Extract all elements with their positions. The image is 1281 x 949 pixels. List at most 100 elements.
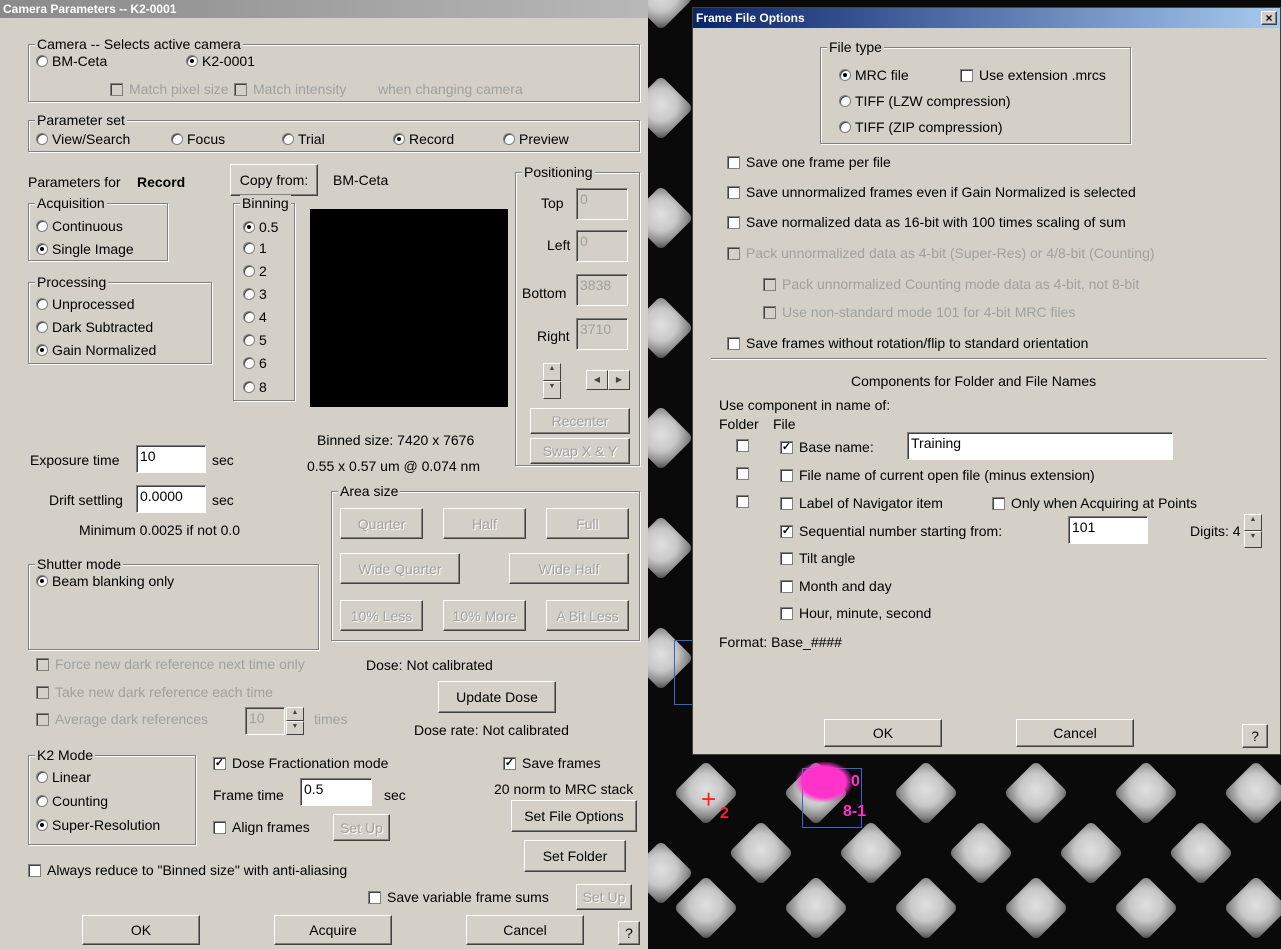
average-count-field[interactable]: 10 [245, 707, 285, 735]
align-frames-checkbox[interactable]: Align frames [213, 819, 310, 835]
radio-gain-normalized[interactable]: Gain Normalized [36, 342, 156, 358]
exposure-field[interactable]: 10 [136, 445, 206, 473]
recenter-button[interactable]: Recenter [530, 408, 630, 434]
dose-fractionation-checkbox[interactable]: ✓ Dose Fractionation mode [213, 755, 388, 771]
month-day-checkbox[interactable]: Month and day [780, 578, 892, 594]
pack-unnormalized-checkbox[interactable]: Pack unnormalized data as 4-bit (Super-R… [727, 245, 1155, 261]
help-button[interactable]: ? [618, 921, 640, 945]
save-one-frame-checkbox[interactable]: Save one frame per file [727, 154, 891, 170]
up-arrow-icon[interactable]: ▲ [286, 707, 304, 721]
quarter-button[interactable]: Quarter [340, 508, 423, 539]
radio-counting[interactable]: Counting [36, 793, 108, 809]
file-name-current-checkbox[interactable]: File name of current open file (minus ex… [780, 467, 1095, 483]
match-intensity-checkbox[interactable]: Match intensity [234, 81, 346, 97]
update-dose-button[interactable]: Update Dose [438, 681, 556, 713]
radio-trial[interactable]: Trial [282, 131, 325, 147]
radio-focus[interactable]: Focus [171, 131, 225, 147]
half-button[interactable]: Half [443, 508, 526, 539]
radio-single-image[interactable]: Single Image [36, 241, 134, 257]
base-name-checkbox[interactable]: ✓ Base name: [780, 439, 874, 455]
help-button[interactable]: ? [1242, 724, 1268, 748]
up-arrow-icon[interactable]: ▲ [543, 363, 561, 381]
radio-bin-6[interactable]: 6 [243, 355, 267, 371]
save-16bit-checkbox[interactable]: Save normalized data as 16-bit with 100 … [727, 214, 1126, 230]
sequential-number-checkbox[interactable]: ✓ Sequential number starting from: [780, 523, 1002, 539]
ten-percent-less-button[interactable]: 10% Less [340, 600, 423, 631]
align-set-up-button[interactable]: Set Up [333, 814, 390, 841]
ok-button[interactable]: OK [82, 915, 200, 945]
radio-bin-3[interactable]: 3 [243, 286, 267, 302]
area-preview[interactable] [310, 209, 508, 407]
pack-counting-checkbox[interactable]: Pack unnormalized Counting mode data as … [763, 276, 1139, 292]
only-when-acquiring-checkbox[interactable]: Only when Acquiring at Points [992, 495, 1197, 511]
save-variable-sums-checkbox[interactable]: Save variable frame sums [368, 889, 549, 905]
use-extension-mrcs-checkbox[interactable]: Use extension .mrcs [960, 67, 1106, 83]
navigator-label-checkbox[interactable]: Label of Navigator item [780, 495, 943, 511]
force-dark-checkbox[interactable]: Force new dark reference next time only [36, 656, 305, 672]
radio-super-resolution[interactable]: Super-Resolution [36, 817, 160, 833]
base-name-field[interactable]: Training [907, 432, 1173, 460]
sequential-start-field[interactable]: 101 [1068, 516, 1148, 544]
radio-bin-5[interactable]: 5 [243, 332, 267, 348]
average-spinner[interactable]: ▲ ▼ [286, 707, 304, 735]
take-dark-checkbox[interactable]: Take new dark reference each time [36, 684, 273, 700]
folder-navigator-label-checkbox[interactable] [736, 495, 755, 508]
radio-record[interactable]: Record [393, 131, 454, 147]
radio-preview[interactable]: Preview [503, 131, 569, 147]
cancel-button[interactable]: Cancel [1016, 719, 1134, 747]
radio-dark-subtracted[interactable]: Dark Subtracted [36, 319, 153, 335]
radio-linear[interactable]: Linear [36, 769, 91, 785]
ok-button[interactable]: OK [824, 719, 942, 747]
folder-file-name-checkbox[interactable] [736, 467, 755, 480]
radio-tiff-zip[interactable]: TIFF (ZIP compression) [839, 119, 1003, 135]
left-arrow-icon[interactable]: ◀ [586, 370, 608, 390]
frame-time-field[interactable]: 0.5 [300, 778, 372, 806]
a-bit-less-button[interactable]: A Bit Less [546, 600, 629, 631]
radio-bin-2[interactable]: 2 [243, 263, 267, 279]
left-field[interactable]: 0 [576, 230, 628, 262]
folder-base-name-checkbox[interactable] [736, 439, 755, 452]
up-arrow-icon[interactable]: ▲ [1244, 514, 1262, 531]
always-reduce-checkbox[interactable]: Always reduce to "Binned size" with anti… [28, 862, 347, 878]
vertical-spinner[interactable]: ▲ ▼ [543, 363, 561, 399]
save-unnormalized-checkbox[interactable]: Save unnormalized frames even if Gain No… [727, 184, 1136, 200]
ten-percent-more-button[interactable]: 10% More [443, 600, 526, 631]
radio-bin-8[interactable]: 8 [243, 379, 267, 395]
bottom-field[interactable]: 3838 [576, 274, 628, 306]
radio-k2[interactable]: K2-0001 [186, 53, 255, 69]
digits-spinner[interactable]: ▲ ▼ [1244, 514, 1262, 548]
radio-view-search[interactable]: View/Search [36, 131, 130, 147]
right-field[interactable]: 3710 [576, 318, 628, 350]
cancel-button[interactable]: Cancel [466, 915, 584, 945]
save-frames-checkbox[interactable]: ✓ Save frames [503, 755, 601, 771]
down-arrow-icon[interactable]: ▼ [543, 381, 561, 399]
swap-xy-button[interactable]: Swap X & Y [530, 438, 630, 464]
variable-set-up-button[interactable]: Set Up [576, 884, 632, 910]
right-arrow-icon[interactable]: ▶ [608, 370, 630, 390]
drift-field[interactable]: 0.0000 [136, 485, 206, 513]
save-without-rotation-checkbox[interactable]: Save frames without rotation/flip to sta… [727, 335, 1088, 351]
set-file-options-button[interactable]: Set File Options [511, 800, 637, 832]
radio-bm-ceta[interactable]: BM-Ceta [36, 53, 107, 69]
radio-bin-4[interactable]: 4 [243, 309, 267, 325]
match-pixel-size-checkbox[interactable]: Match pixel size [110, 81, 229, 97]
hour-minute-second-checkbox[interactable]: Hour, minute, second [780, 605, 931, 621]
radio-unprocessed[interactable]: Unprocessed [36, 296, 135, 312]
wide-quarter-button[interactable]: Wide Quarter [340, 553, 460, 584]
radio-bin-0-5[interactable]: 0.5 [243, 219, 278, 235]
radio-beam-blanking[interactable]: Beam blanking only [36, 573, 174, 589]
tilt-angle-checkbox[interactable]: Tilt angle [780, 550, 855, 566]
wide-half-button[interactable]: Wide Half [509, 553, 629, 584]
top-field[interactable]: 0 [576, 188, 628, 220]
average-dark-checkbox[interactable]: Average dark references [36, 711, 208, 727]
radio-mrc-file[interactable]: MRC file [839, 67, 909, 83]
close-icon[interactable]: × [1261, 11, 1277, 25]
down-arrow-icon[interactable]: ▼ [286, 721, 304, 735]
down-arrow-icon[interactable]: ▼ [1244, 531, 1262, 548]
acquire-button[interactable]: Acquire [274, 915, 392, 945]
non-standard-mode-checkbox[interactable]: Use non-standard mode 101 for 4-bit MRC … [763, 304, 1075, 320]
full-button[interactable]: Full [546, 508, 629, 539]
radio-continuous[interactable]: Continuous [36, 218, 123, 234]
set-folder-button[interactable]: Set Folder [524, 840, 626, 872]
radio-bin-1[interactable]: 1 [243, 240, 267, 256]
